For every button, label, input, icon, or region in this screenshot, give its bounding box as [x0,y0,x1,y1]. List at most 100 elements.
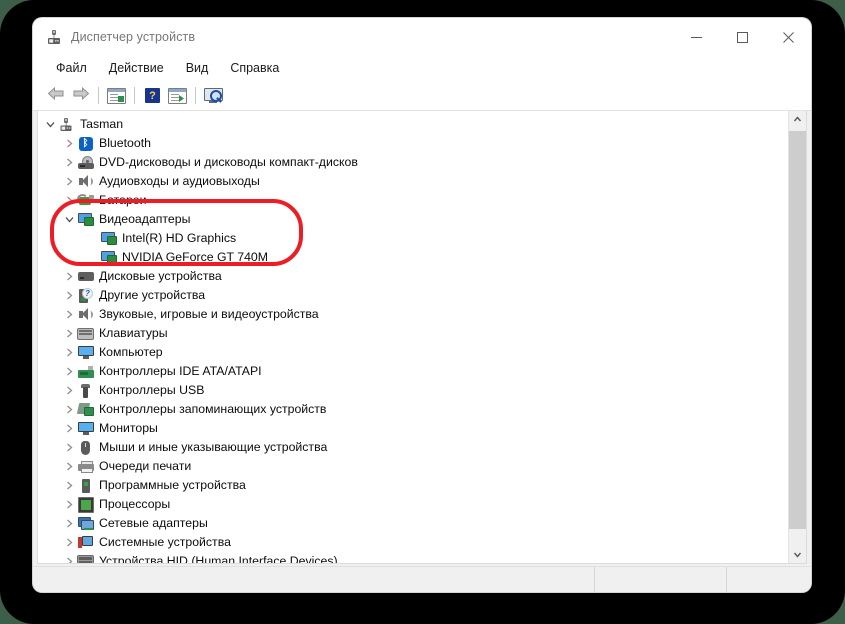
tree-item-system-devices[interactable]: Системные устройства [38,533,788,552]
audio-speaker-icon [77,308,94,321]
device-tree-pane[interactable]: Tasman ᛒ Bluetooth DVD-дисководы и диско… [37,111,807,564]
title-bar: Диспетчер устройств [33,18,811,56]
tree-item-processors[interactable]: Процессоры [38,495,788,514]
tree-item-intel-hd-graphics[interactable]: Intel(R) HD Graphics [38,229,788,248]
properties-button[interactable] [104,84,129,107]
scan-monitor-icon [204,88,223,103]
help-button[interactable]: ? [140,84,165,107]
chevron-right-icon[interactable] [62,348,77,357]
tree-item-bluetooth[interactable]: ᛒ Bluetooth [38,134,788,153]
chevron-right-icon[interactable] [62,538,77,547]
scrollbar-thumb[interactable] [789,131,806,529]
tree-item-tasman[interactable]: Tasman [38,115,788,134]
tree-item-label: Клавиатуры [99,326,168,340]
window-controls [673,18,811,56]
chevron-right-icon[interactable] [62,462,77,471]
tree-item-label: Аудиовходы и аудиовыходы [99,174,260,188]
tree-item-mice-pointing-devices[interactable]: Мыши и иные указывающие устройства [38,438,788,457]
maximize-button[interactable] [719,18,765,56]
chevron-right-icon[interactable] [62,158,77,167]
tree-item-label: Видеоадаптеры [99,212,191,226]
chevron-right-icon[interactable] [62,367,77,376]
tree-item-storage-controllers[interactable]: Контроллеры запоминающих устройств [38,400,788,419]
display-adapter-icon [77,213,94,226]
chevron-right-icon[interactable] [62,139,77,148]
ide-controller-icon [77,365,94,378]
chevron-right-icon[interactable] [62,177,77,186]
toolbar-separator [134,87,135,104]
minimize-button[interactable] [673,18,719,56]
menu-file[interactable]: Файл [45,58,98,79]
tree-item-label: Программные устройства [99,478,246,492]
chevron-right-icon[interactable] [62,424,77,433]
tree-item-disk-drives[interactable]: Дисковые устройства [38,267,788,286]
status-cell-secondary [595,567,727,592]
chevron-right-icon[interactable] [62,386,77,395]
tree-item-label: Контроллеры запоминающих устройств [99,402,327,416]
tree-item-label: Устройства HID (Human Interface Devices) [99,554,338,564]
device-tree: Tasman ᛒ Bluetooth DVD-дисководы и диско… [38,115,788,564]
tree-item-nvidia-geforce-gt-740m[interactable]: NVIDIA GeForce GT 740M [38,248,788,267]
chevron-right-icon[interactable] [62,405,77,414]
properties-window-icon [107,87,126,104]
tree-item-dvd-drives[interactable]: DVD-дисководы и дисководы компакт-дисков [38,153,788,172]
chevron-right-icon[interactable] [62,443,77,452]
forward-button[interactable] [68,84,93,107]
tree-item-usb-controllers[interactable]: Контроллеры USB [38,381,788,400]
mouse-icon [77,440,94,455]
chevron-right-icon[interactable] [62,500,77,509]
bluetooth-icon: ᛒ [77,136,94,151]
tree-item-keyboards[interactable]: Клавиатуры [38,324,788,343]
tree-item-label: Системные устройства [99,535,231,549]
printer-icon [77,460,94,473]
tree-item-ide-ata-atapi-controllers[interactable]: Контроллеры IDE ATA/ATAPI [38,362,788,381]
back-button[interactable] [43,84,68,107]
display-adapter-icon [100,232,117,245]
close-button[interactable] [765,18,811,56]
software-device-icon [77,478,94,493]
scan-hardware-button[interactable] [201,84,226,107]
tree-item-batteries[interactable]: Батареи [38,191,788,210]
menu-action[interactable]: Действие [98,58,175,79]
tree-item-label: Звуковые, игровые и видеоустройства [99,307,319,321]
device-manager-window: Диспетчер устройств Файл Действие Вид Сп… [33,18,811,592]
tree-item-sound-video-game-controllers[interactable]: Звуковые, игровые и видеоустройства [38,305,788,324]
chevron-right-icon[interactable] [62,272,77,281]
network-adapter-icon [77,517,94,530]
tree-item-audio-inputs-outputs[interactable]: Аудиовходы и аудиовыходы [38,172,788,191]
screenshot-stage: Диспетчер устройств Файл Действие Вид Сп… [0,0,845,624]
tree-item-label: Процессоры [99,497,171,511]
chevron-right-icon[interactable] [62,291,77,300]
status-bar [33,566,811,592]
tree-item-monitors[interactable]: Мониторы [38,419,788,438]
update-driver-button[interactable] [165,84,190,107]
tree-item-display-adapters[interactable]: Видеоадаптеры [38,210,788,229]
tree-item-label: NVIDIA GeForce GT 740M [122,250,269,264]
chevron-down-icon[interactable] [62,215,77,224]
tree-item-label: Intel(R) HD Graphics [122,231,237,245]
tree-item-label: Очереди печати [99,459,192,473]
cpu-icon [77,496,94,513]
tree-item-hid-devices[interactable]: Устройства HID (Human Interface Devices) [38,552,788,564]
scroll-up-button[interactable] [789,111,806,128]
tree-item-computer[interactable]: Компьютер [38,343,788,362]
tree-item-software-devices[interactable]: Программные устройства [38,476,788,495]
chevron-down-icon[interactable] [43,120,58,129]
tree-item-label: Контроллеры IDE ATA/ATAPI [99,364,262,378]
help-question-icon: ? [145,88,160,103]
chevron-right-icon[interactable] [62,196,77,205]
chevron-right-icon[interactable] [62,557,77,563]
chevron-right-icon[interactable] [62,329,77,338]
tree-item-network-adapters[interactable]: Сетевые адаптеры [38,514,788,533]
scroll-down-button[interactable] [789,546,806,563]
menu-view[interactable]: Вид [175,58,220,79]
chevron-right-icon[interactable] [62,519,77,528]
tree-item-print-queues[interactable]: Очереди печати [38,457,788,476]
tree-item-other-devices[interactable]: ? Другие устройства [38,286,788,305]
menu-bar: Файл Действие Вид Справка [33,56,811,81]
chevron-right-icon[interactable] [62,481,77,490]
vertical-scrollbar[interactable] [788,111,806,563]
menu-help[interactable]: Справка [219,58,290,79]
tree-item-label: Сетевые адаптеры [99,516,208,530]
chevron-right-icon[interactable] [62,310,77,319]
